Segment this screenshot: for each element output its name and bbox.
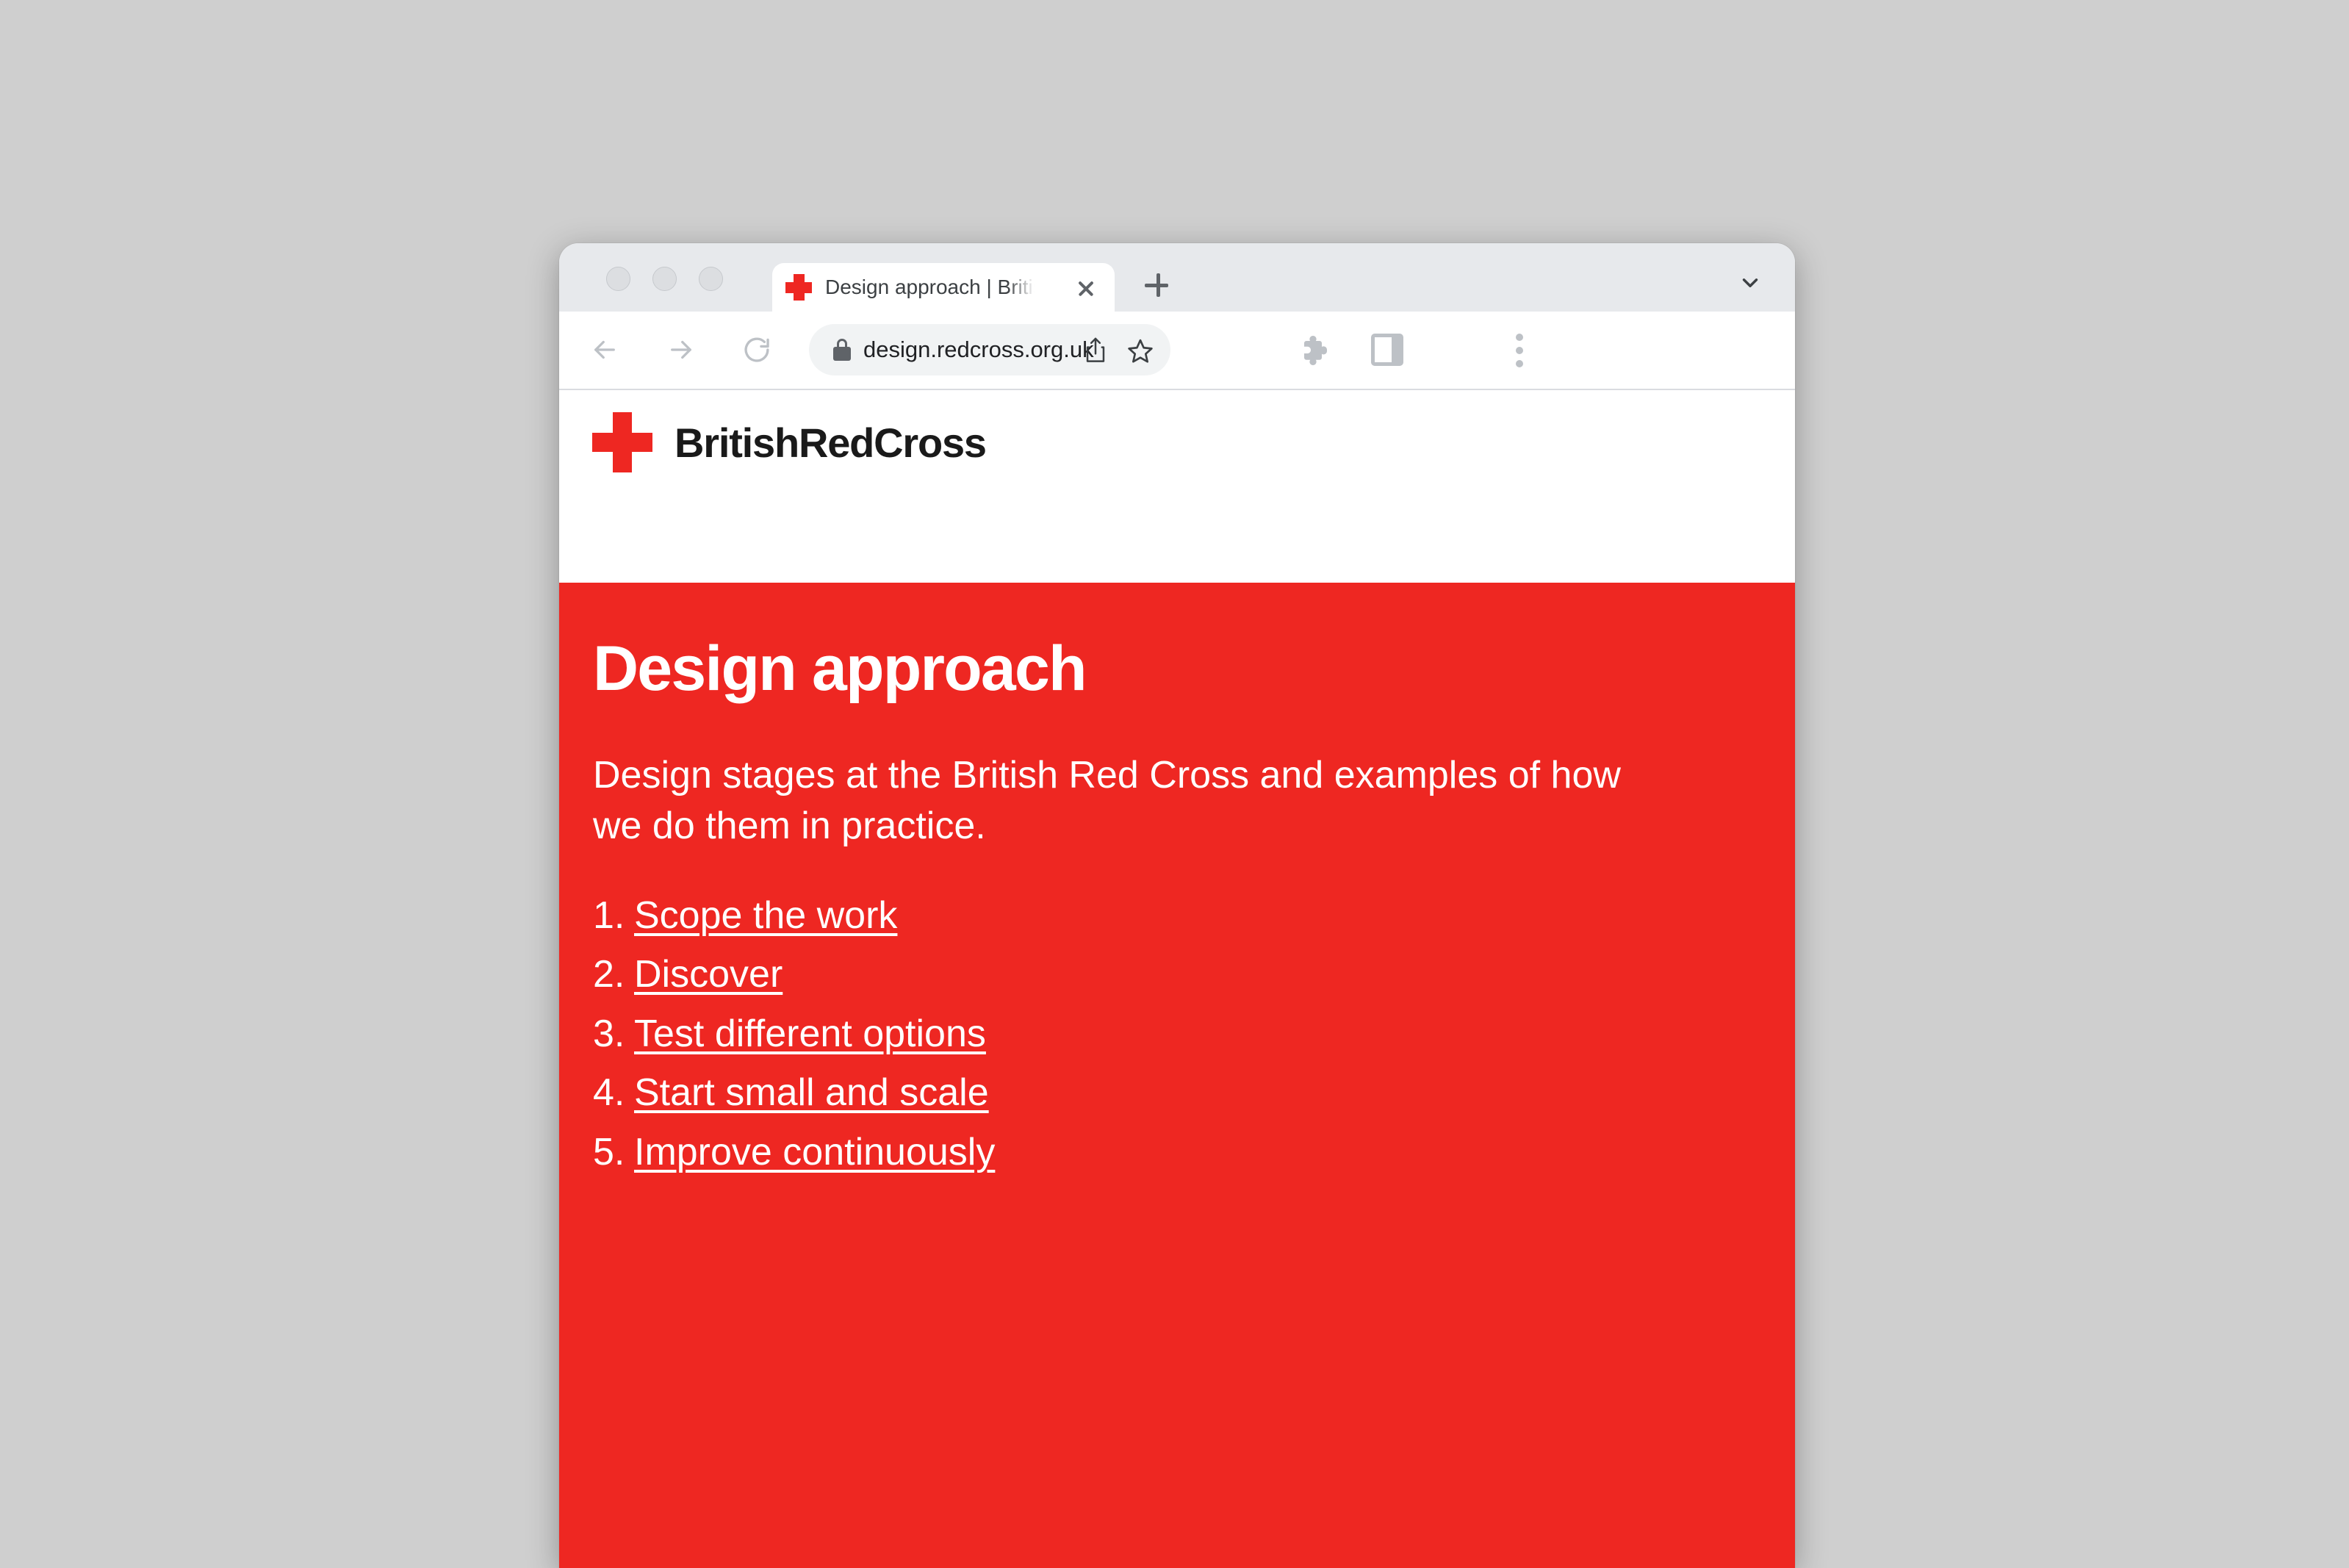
design-stage-list: Scope the work Discover Test different o… [593,891,1751,1178]
british-red-cross-logo[interactable]: BritishRedCross [592,412,987,472]
window-maximize-button[interactable] [699,267,723,291]
browser-tab-design-approach[interactable]: Design approach | British Red C [772,263,1115,312]
page-content: BritishRedCross Design approach Design s… [559,390,1795,1568]
close-tab-icon[interactable] [1073,276,1098,301]
stage-link-discover[interactable]: Discover [634,949,783,1000]
hero-section: Design approach Design stages at the Bri… [559,583,1795,1568]
site-logo-text: BritishRedCross [675,419,987,466]
arrow-left-icon[interactable] [583,328,626,371]
puzzle-piece-icon[interactable] [1298,332,1333,367]
list-item: Start small and scale [593,1068,1751,1118]
stage-link-improve-continuously[interactable]: Improve continuously [634,1127,995,1178]
stage-link-test-different-options[interactable]: Test different options [634,1009,986,1060]
list-item: Improve continuously [593,1127,1751,1178]
tab-title: Design approach | British Red C [825,276,1035,298]
star-icon[interactable] [1126,337,1154,365]
stage-link-start-small-and-scale[interactable]: Start small and scale [634,1068,989,1118]
arrow-right-icon[interactable] [660,328,702,371]
share-icon[interactable] [1082,337,1109,364]
chevron-down-icon[interactable] [1738,270,1763,295]
page-title: Design approach [593,633,1087,704]
new-tab-button[interactable] [1137,265,1176,305]
red-cross-favicon [783,272,814,303]
three-dot-menu-icon[interactable] [1515,334,1524,367]
window-close-button[interactable] [606,267,630,291]
hero-intro-text: Design stages at the British Red Cross a… [593,754,1621,848]
reload-icon[interactable] [735,328,778,371]
red-cross-icon [592,412,652,472]
browser-window: Design approach | British Red C [559,243,1795,1568]
window-controls [606,267,723,291]
list-item: Scope the work [593,891,1751,941]
side-panel-icon[interactable] [1371,334,1403,366]
url-text: design.redcross.org.uk [863,337,1094,362]
tab-strip: Design approach | British Red C [559,243,1795,312]
list-item: Test different options [593,1009,1751,1060]
list-item: Discover [593,949,1751,1000]
browser-toolbar: design.redcross.org.uk [559,312,1795,390]
window-minimize-button[interactable] [652,267,677,291]
stage-link-scope-the-work[interactable]: Scope the work [634,891,897,941]
lock-icon [833,339,851,361]
address-bar[interactable]: design.redcross.org.uk [809,324,1170,375]
site-header: BritishRedCross [559,390,1795,583]
